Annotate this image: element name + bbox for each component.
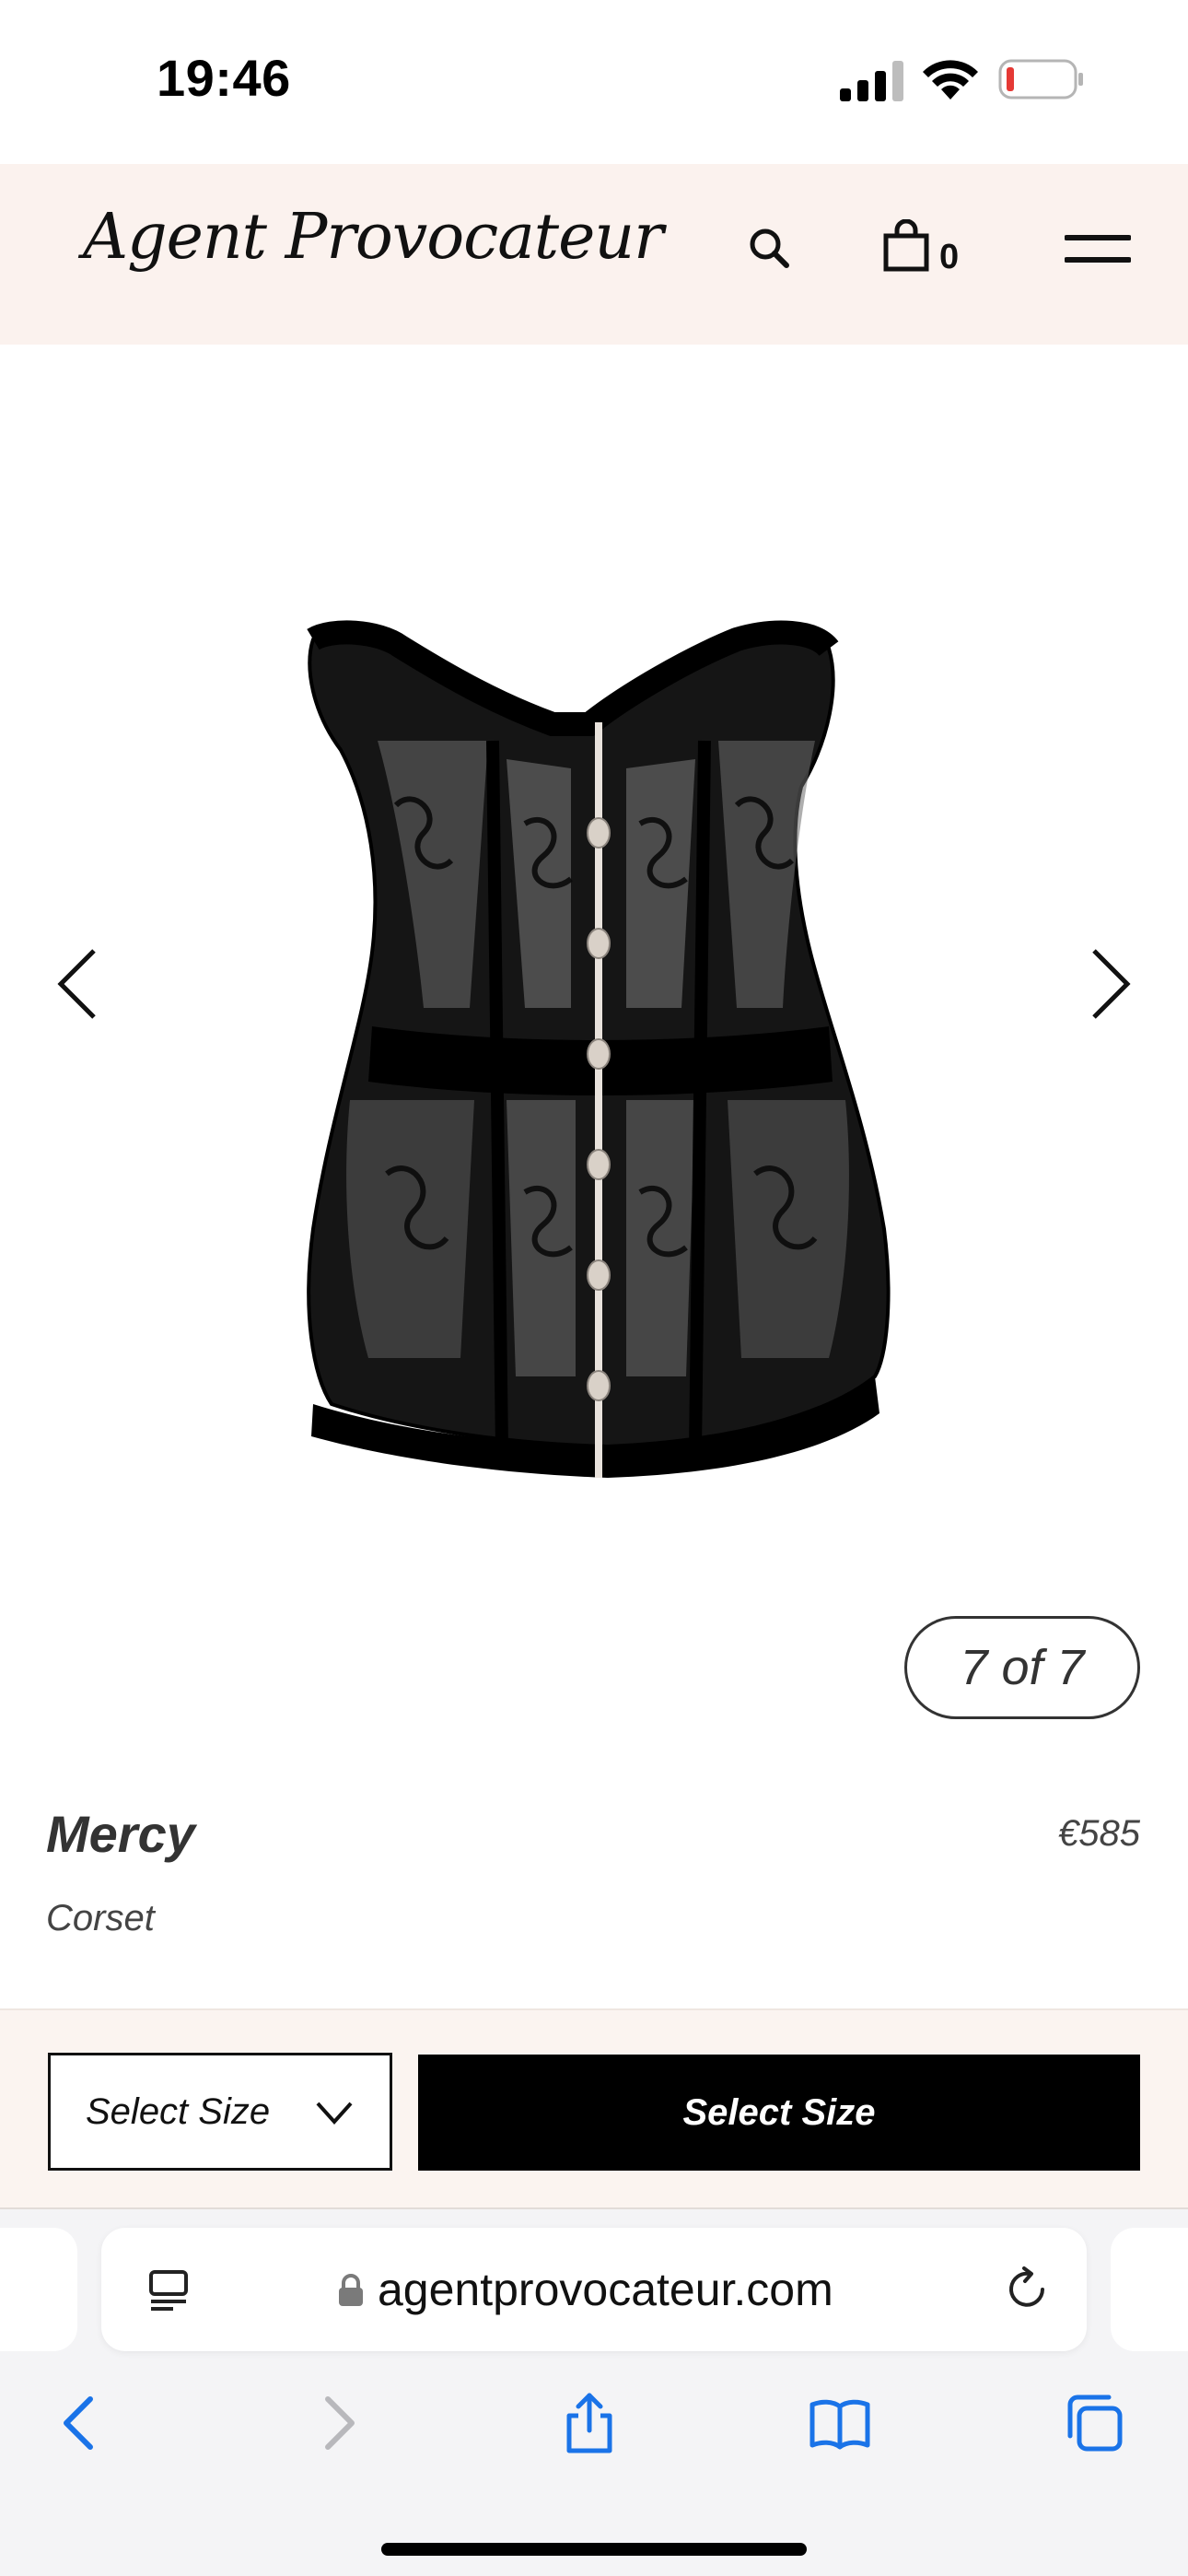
bag-count: 0: [939, 238, 960, 276]
tabs-icon[interactable]: [1061, 2390, 1127, 2456]
next-image-arrow-icon[interactable]: [1083, 945, 1138, 1023]
status-time: 19:46: [157, 49, 291, 107]
lock-icon: [339, 2274, 363, 2306]
battery-icon: [998, 59, 1083, 100]
brand-logo[interactable]: Agent Provocateur: [83, 201, 664, 274]
previous-tab-preview[interactable]: [0, 2228, 77, 2351]
size-select-dropdown[interactable]: Select Size: [48, 2053, 392, 2171]
previous-image-arrow-icon[interactable]: [50, 945, 105, 1023]
site-header: Agent Provocateur 0: [0, 164, 1188, 345]
bag-icon[interactable]: [882, 219, 930, 273]
cellular-signal-icon: [840, 61, 903, 101]
product-name: Mercy: [46, 1805, 195, 1863]
chevron-down-icon: [316, 2102, 353, 2125]
back-icon[interactable]: [48, 2390, 114, 2456]
page-menu-icon[interactable]: [146, 2266, 192, 2313]
product-gallery: 7 of 7: [0, 345, 1188, 1745]
product-image: [307, 620, 891, 1478]
menu-icon[interactable]: [1065, 228, 1131, 269]
wifi-icon: [923, 60, 978, 100]
size-select-label: Select Size: [86, 2090, 271, 2132]
product-price: €585: [1058, 1813, 1140, 1854]
select-size-button[interactable]: Select Size: [418, 2055, 1140, 2171]
browser-chrome: agentprovocateur.com: [0, 2209, 1188, 2576]
search-icon[interactable]: [746, 225, 794, 273]
next-tab-preview[interactable]: [1111, 2228, 1188, 2351]
share-icon[interactable]: [556, 2390, 623, 2456]
purchase-bar: Select Size Select Size: [0, 2008, 1188, 2209]
image-counter: 7 of 7: [904, 1616, 1140, 1719]
forward-icon[interactable]: [304, 2390, 370, 2456]
address-bar[interactable]: agentprovocateur.com: [101, 2228, 1087, 2351]
bookmarks-icon[interactable]: [807, 2390, 873, 2456]
reload-icon[interactable]: [1002, 2265, 1052, 2314]
url-text: agentprovocateur.com: [378, 2264, 833, 2315]
product-type: Corset: [46, 1898, 155, 1938]
status-bar: 19:46: [0, 0, 1188, 164]
home-indicator: [381, 2543, 807, 2556]
